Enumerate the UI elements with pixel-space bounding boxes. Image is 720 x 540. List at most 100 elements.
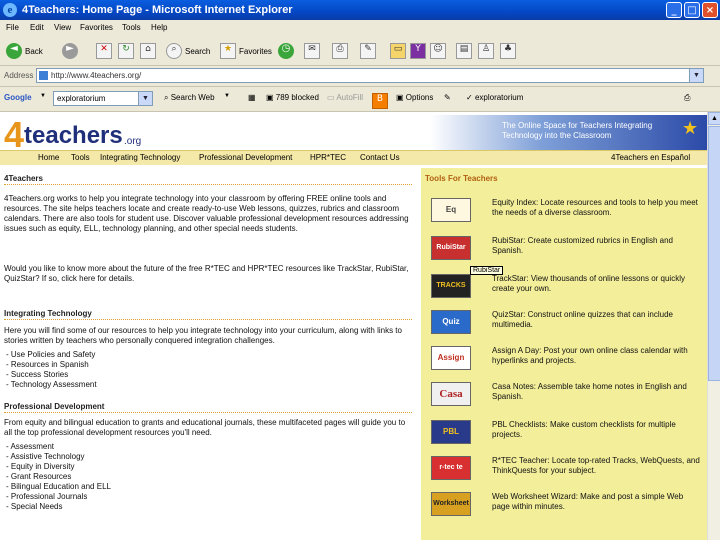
yahoo-button[interactable]: Y <box>410 42 426 60</box>
equity-index-image[interactable]: Eq <box>431 198 471 222</box>
web-worksheet-image[interactable]: Worksheet <box>431 492 471 516</box>
tool-item[interactable]: Worksheet Web Worksheet Wizard: Make and… <box>431 492 701 520</box>
professional-divider <box>4 412 412 413</box>
popup-blocker[interactable]: ▣ 789 blocked <box>266 93 319 102</box>
tool-description[interactable]: Equity Index: Locate resources and tools… <box>492 198 702 218</box>
tool-description[interactable]: PBL Checklists: Make custom checklists f… <box>492 420 702 440</box>
rubistar-image[interactable]: RubiStar <box>431 236 471 260</box>
nav-home[interactable]: Home <box>38 153 59 162</box>
menu-tools[interactable]: Tools <box>122 23 141 32</box>
nav-hprtec[interactable]: HPR*TEC <box>310 153 346 162</box>
folder-button[interactable]: ▭ <box>390 42 406 60</box>
mail-button[interactable]: ✉ <box>304 42 320 60</box>
minimize-button[interactable]: _ <box>666 2 682 18</box>
history-button[interactable]: ◷ <box>278 42 294 60</box>
search-term-button[interactable]: ✓ exploratorium <box>466 93 523 102</box>
google-logo[interactable]: Google <box>4 93 32 102</box>
list-item[interactable]: - Resources in Spanish <box>6 360 97 370</box>
autofill-label: AutoFill <box>336 93 364 102</box>
list-item[interactable]: - Use Policies and Safety <box>6 350 97 360</box>
google-query-dropdown-icon[interactable]: ▼ <box>138 92 152 105</box>
quizstar-image[interactable]: Quiz <box>431 310 471 334</box>
tool-item[interactable]: Eq Equity Index: Locate resources and to… <box>431 198 701 226</box>
pbl-checklists-image[interactable]: PBL <box>431 420 471 444</box>
back-button[interactable]: ◄ Back <box>6 42 43 60</box>
user-button[interactable]: ♙ <box>478 42 494 60</box>
google-menu-icon[interactable]: ▼ <box>40 93 46 99</box>
tool-description[interactable]: QuizStar: Construct online quizzes that … <box>492 310 702 330</box>
stop-button[interactable]: ✕ <box>96 42 112 60</box>
scroll-up-arrow-icon[interactable]: ▲ <box>708 112 720 125</box>
list-item[interactable]: - Professional Journals <box>6 492 111 502</box>
google-search-input[interactable]: exploratorium ▼ <box>53 91 153 106</box>
autofill-button[interactable]: ▭ AutoFill <box>327 93 363 102</box>
vertical-scrollbar[interactable]: ▲ <box>707 112 720 540</box>
highlight-icon: ✎ <box>444 93 451 102</box>
tool-description[interactable]: Casa Notes: Assemble take home notes in … <box>492 382 702 402</box>
list-item[interactable]: - Bilingual Education and ELL <box>6 482 111 492</box>
tool-description[interactable]: Web Worksheet Wizard: Make and post a si… <box>492 492 702 512</box>
tool-item[interactable]: RubiStar RubiStar: Create customized rub… <box>431 236 701 264</box>
stop-icon: ✕ <box>96 43 112 59</box>
forward-arrow-icon: ► <box>62 43 78 59</box>
menu-view[interactable]: View <box>54 23 71 32</box>
favorites-button[interactable]: ★ Favorites <box>220 42 272 60</box>
logo-teachers[interactable]: teachers <box>24 122 123 150</box>
nav-professional-development[interactable]: Professional Development <box>199 153 292 162</box>
tool-item[interactable]: PBL PBL Checklists: Make custom checklis… <box>431 420 701 448</box>
tool-item[interactable]: r-tec te R*TEC Teacher: Locate top-rated… <box>431 456 701 484</box>
refresh-button[interactable]: ↻ <box>118 42 134 60</box>
tool-item[interactable]: Quiz QuizStar: Construct online quizzes … <box>431 310 701 338</box>
scroll-thumb[interactable] <box>708 126 720 381</box>
tool-description[interactable]: Assign A Day: Post your own online class… <box>492 346 702 366</box>
blogger-button[interactable]: B <box>372 93 388 109</box>
list-item[interactable]: - Success Stories <box>6 370 97 380</box>
star-icon: ★ <box>220 43 236 59</box>
tool-description[interactable]: TrackStar: View thousands of online less… <box>492 274 702 294</box>
tool-item[interactable]: Casa Casa Notes: Assemble take home note… <box>431 382 701 410</box>
trackstar-image[interactable]: TRACKS <box>431 274 471 298</box>
toolbar-print-icon[interactable]: ⎙ <box>684 93 690 103</box>
menu-help[interactable]: Help <box>151 23 167 32</box>
address-dropdown-icon[interactable]: ▼ <box>689 69 703 82</box>
search-web-button[interactable]: ⌕ Search Web <box>164 93 215 103</box>
future-paragraph[interactable]: Would you like to know more about the fu… <box>4 264 412 284</box>
casa-notes-image[interactable]: Casa <box>431 382 471 406</box>
forward-button[interactable]: ► <box>62 42 78 60</box>
search-web-dropdown-icon[interactable]: ▼ <box>224 93 230 99</box>
nav-tools[interactable]: Tools <box>71 153 90 162</box>
discuss-button[interactable]: ♣ <box>500 42 516 60</box>
assign-a-day-image[interactable]: Assign <box>431 346 471 370</box>
nav-espanol[interactable]: 4Teachers en Español <box>611 153 690 162</box>
home-button[interactable]: ⌂ <box>140 42 156 60</box>
news-icon[interactable]: ▦ <box>248 93 256 102</box>
tool-description[interactable]: R*TEC Teacher: Locate top-rated Tracks, … <box>492 456 702 476</box>
menu-file[interactable]: File <box>6 23 19 32</box>
list-item[interactable]: - Assistive Technology <box>6 452 111 462</box>
edit-button[interactable]: ✎ <box>360 42 376 60</box>
highlight-button[interactable]: ✎ <box>444 93 451 102</box>
tool-item[interactable]: Assign Assign A Day: Post your own onlin… <box>431 346 701 374</box>
close-button[interactable]: × <box>702 2 718 18</box>
list-item[interactable]: - Technology Assessment <box>6 380 97 390</box>
maximize-button[interactable]: □ <box>684 2 700 18</box>
list-item[interactable]: - Equity in Diversity <box>6 462 111 472</box>
nav-contact-us[interactable]: Contact Us <box>360 153 400 162</box>
search-button[interactable]: ⌕ Search <box>166 42 210 60</box>
menu-favorites[interactable]: Favorites <box>80 23 113 32</box>
messenger-button[interactable]: ☺ <box>430 42 446 60</box>
tool-item[interactable]: TRACKS TrackStar: View thousands of onli… <box>431 274 701 302</box>
list-item[interactable]: - Special Needs <box>6 502 111 512</box>
back-arrow-icon: ◄ <box>6 43 22 59</box>
print-button[interactable]: ⎙ <box>332 42 348 60</box>
tool-description[interactable]: RubiStar: Create customized rubrics in E… <box>492 236 702 256</box>
list-item[interactable]: - Grant Resources <box>6 472 111 482</box>
address-input[interactable]: http://www.4teachers.org/ ▼ <box>36 68 704 83</box>
research-button[interactable]: ▤ <box>456 42 472 60</box>
rtec-teacher-image[interactable]: r-tec te <box>431 456 471 480</box>
menu-edit[interactable]: Edit <box>30 23 44 32</box>
nav-integrating-technology[interactable]: Integrating Technology <box>100 153 180 162</box>
options-button[interactable]: ▣ Options <box>396 93 433 102</box>
list-item[interactable]: - Assessment <box>6 442 111 452</box>
site-tagline: The Online Space for Teachers Integratin… <box>502 121 653 140</box>
